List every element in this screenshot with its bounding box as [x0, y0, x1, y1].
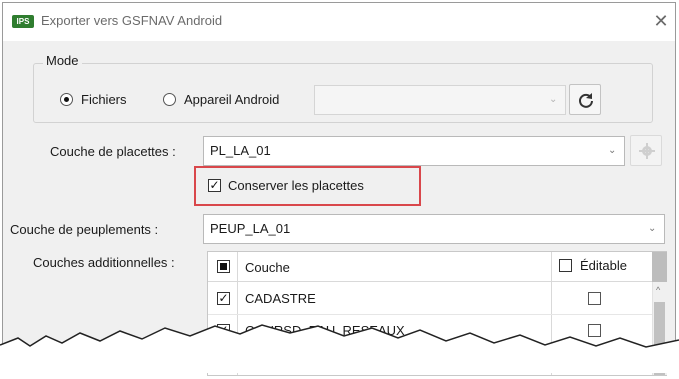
torn-edge-decoration [0, 324, 679, 373]
